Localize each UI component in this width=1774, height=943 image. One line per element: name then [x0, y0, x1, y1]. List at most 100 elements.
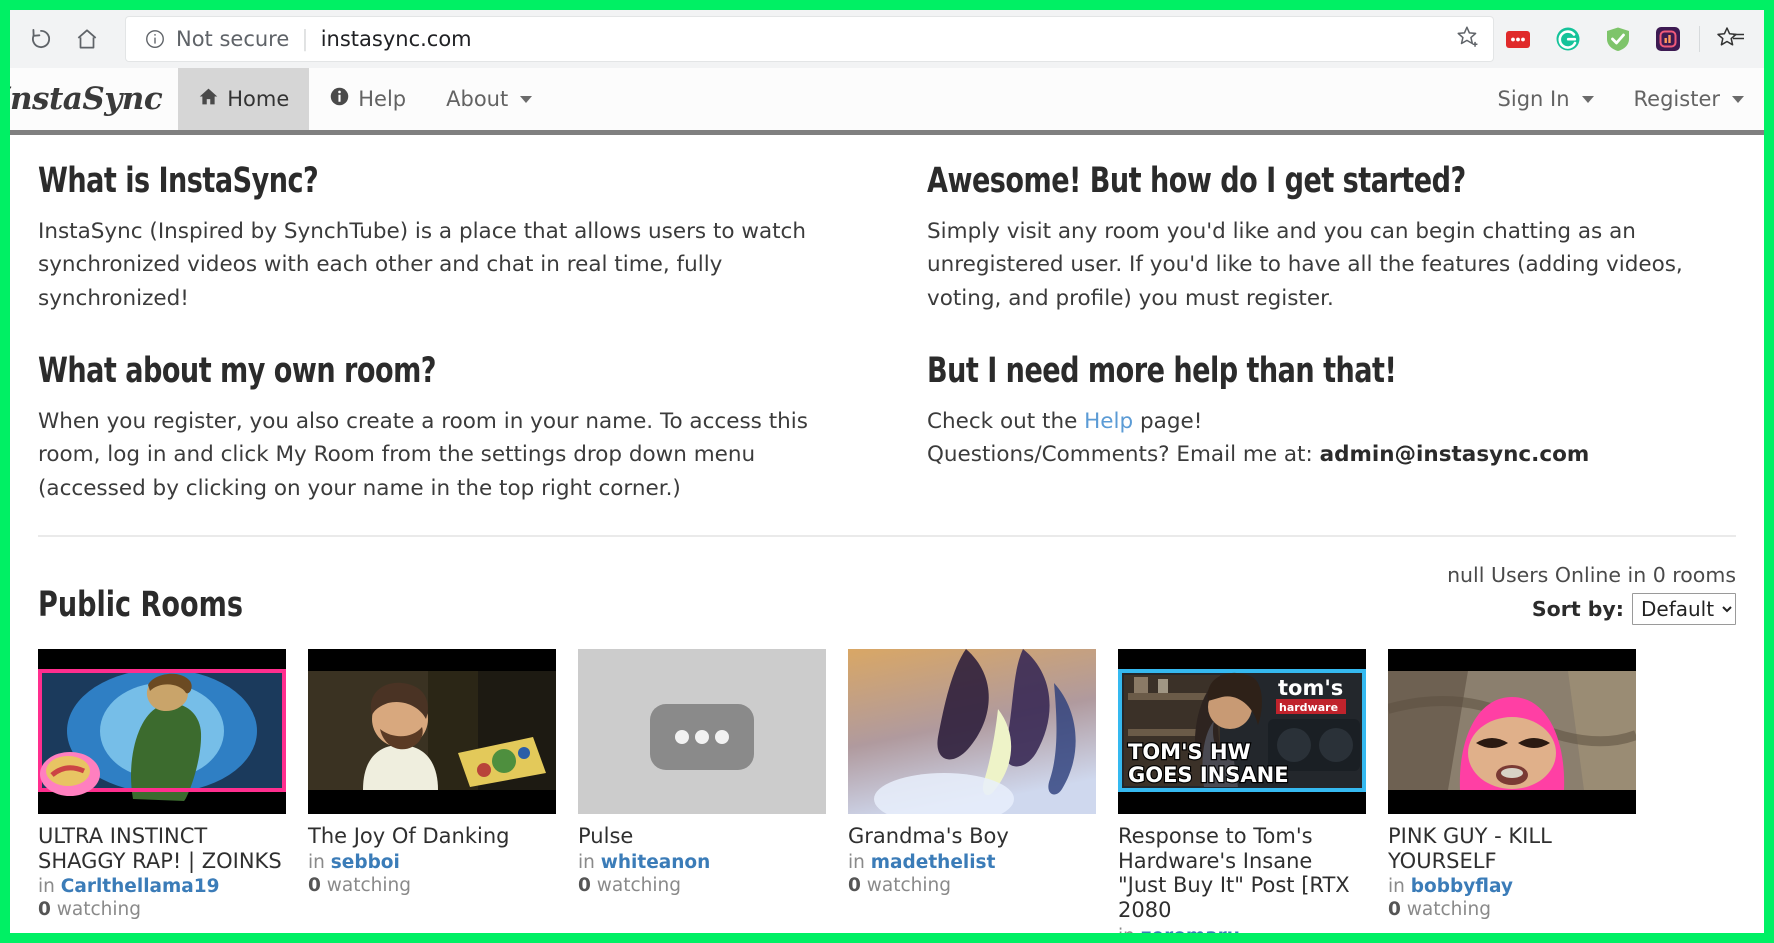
room-owner-name[interactable]: madethelist: [871, 852, 996, 873]
room-owner: in zeromaru: [1118, 926, 1366, 933]
site-logo[interactable]: InstaSync: [10, 68, 178, 130]
room-owner-name[interactable]: whiteanon: [601, 852, 711, 873]
room-watching-label: watching: [326, 874, 411, 896]
room-watching-count: 0: [848, 874, 861, 896]
room-card[interactable]: PINK GUY - KILL YOURSELF in bobbyflay 0 …: [1388, 648, 1636, 933]
room-title[interactable]: The Joy Of Danking: [308, 824, 556, 849]
info-circle-icon: [329, 86, 350, 112]
sort-controls: Sort by: Default: [1447, 592, 1736, 625]
nav-item-sign-in[interactable]: Sign In: [1478, 68, 1614, 130]
room-card[interactable]: The Joy Of Danking in sebboi 0 watching: [308, 648, 556, 933]
room-title[interactable]: Grandma's Boy: [848, 824, 1096, 849]
url-text: instasync.com: [320, 27, 472, 51]
room-watching: 0 watching: [38, 899, 286, 920]
address-bar[interactable]: Not secure | instasync.com: [126, 17, 1493, 61]
nav-item-help[interactable]: Help: [309, 68, 426, 130]
text-own-room: When you register, you also create a roo…: [38, 408, 808, 501]
sort-by-select[interactable]: Default: [1632, 592, 1736, 625]
room-watching: 0 watching: [848, 875, 1096, 896]
more-help-block: But I need more help than that! Check ou…: [927, 351, 1716, 472]
room-title[interactable]: ULTRA INSTINCT SHAGGY RAP! | ZOINKS: [38, 824, 286, 874]
star-list-icon[interactable]: [1706, 16, 1756, 62]
room-owner: in madethelist: [848, 852, 1096, 873]
room-watching-label: watching: [56, 899, 141, 921]
room-owner-prefix: in: [848, 851, 865, 873]
heading-more-help: But I need more help than that!: [927, 350, 1397, 391]
room-owner-prefix: in: [578, 851, 595, 873]
heading-get-started: Awesome! But how do I get started?: [927, 161, 1466, 201]
browser-toolbar: Not secure | instasync.com: [10, 10, 1764, 68]
home-button[interactable]: [64, 16, 110, 62]
text-more-help-line1: Check out the Help page!: [927, 405, 1716, 438]
honey-extension-icon[interactable]: [1493, 16, 1543, 62]
public-rooms-meta: null Users Online in 0 rooms Sort by: De…: [1447, 563, 1736, 625]
nav-item-register[interactable]: Register: [1614, 68, 1764, 130]
room-watching-label: watching: [596, 874, 681, 896]
grammarly-extension-icon[interactable]: [1543, 16, 1593, 62]
shaggy-thumbnail[interactable]: [38, 648, 286, 814]
bob-ross-thumbnail[interactable]: [308, 648, 556, 814]
intro-columns: What is InstaSync? InstaSync (Inspired b…: [38, 161, 1736, 505]
grandmas-boy-thumbnail[interactable]: [848, 648, 1096, 814]
intro-left-column: What is InstaSync? InstaSync (Inspired b…: [38, 161, 887, 505]
public-rooms-header: Public Rooms null Users Online in 0 room…: [38, 563, 1736, 625]
svg-text:GOES INSANE: GOES INSANE: [1128, 763, 1289, 787]
nav-item-about-label: About: [446, 87, 509, 111]
nav-item-home-label: Home: [227, 87, 290, 111]
home-icon: [198, 86, 219, 112]
security-status-label: Not secure: [176, 27, 290, 51]
room-owner-name[interactable]: bobbyflay: [1411, 876, 1513, 897]
nav-item-about[interactable]: About: [426, 68, 552, 130]
pink-guy-thumbnail[interactable]: [1388, 648, 1636, 814]
admin-email-address: admin@instasync.com: [1319, 442, 1590, 468]
bookmark-star-icon[interactable]: [1455, 24, 1481, 54]
heading-own-room: What about my own room?: [38, 350, 436, 391]
room-owner: in bobbyflay: [1388, 876, 1636, 897]
public-rooms-title: Public Rooms: [38, 584, 243, 625]
room-owner: in Carlthellama19: [38, 876, 286, 897]
room-card[interactable]: Pulse in whiteanon 0 watching: [578, 648, 826, 933]
help-page-link[interactable]: Help: [1084, 409, 1133, 434]
room-watching-count: 0: [578, 874, 591, 896]
sort-by-label: Sort by:: [1531, 596, 1624, 621]
register-label: Register: [1633, 87, 1720, 111]
room-card[interactable]: Grandma's Boy in madethelist 0 watching: [848, 648, 1096, 933]
room-title[interactable]: Response to Tom's Hardware's Insane "Jus…: [1118, 824, 1366, 923]
help-line-prefix: Check out the: [927, 408, 1085, 434]
text-what-is-instasync: InstaSync (Inspired by SynchTube) is a p…: [38, 219, 806, 311]
browser-window: Not secure | instasync.com InstaSync Hom…: [10, 10, 1764, 933]
room-owner-prefix: in: [1388, 876, 1405, 898]
room-owner-name[interactable]: Carlthellama19: [61, 876, 220, 897]
chevron-down-icon: [520, 95, 533, 103]
room-watching-label: watching: [1406, 899, 1491, 921]
room-title[interactable]: PINK GUY - KILL YOURSELF: [1388, 824, 1636, 874]
adblock-shield-extension-icon[interactable]: [1593, 16, 1643, 62]
not-secure-info-icon[interactable]: [144, 28, 166, 50]
room-title[interactable]: Pulse: [578, 824, 826, 849]
room-card[interactable]: tom's hardware TOM'S HW GOES INSANE Resp…: [1118, 648, 1366, 933]
room-watching-label: watching: [866, 874, 951, 896]
heading-what-is-instasync: What is InstaSync?: [38, 161, 319, 201]
instagram-analytics-extension-icon[interactable]: [1643, 16, 1693, 62]
own-room-block: What about my own room? When you registe…: [38, 351, 827, 505]
toms-hardware-thumbnail[interactable]: tom's hardware TOM'S HW GOES INSANE: [1118, 648, 1366, 814]
placeholder-thumbnail[interactable]: [578, 648, 826, 814]
room-watching: 0 watching: [1388, 899, 1636, 920]
svg-text:TOM'S HW: TOM'S HW: [1128, 740, 1251, 764]
page-content: What is InstaSync? InstaSync (Inspired b…: [10, 135, 1764, 933]
room-owner-name[interactable]: sebboi: [331, 852, 400, 873]
sign-in-label: Sign In: [1497, 87, 1570, 111]
room-watching-count: 0: [308, 874, 321, 896]
svg-text:hardware: hardware: [1279, 701, 1338, 714]
main-nav: Home Help About: [178, 68, 552, 130]
room-owner-name[interactable]: zeromaru: [1141, 926, 1240, 933]
room-watching-count: 0: [1388, 899, 1401, 921]
omnibox-separator: |: [301, 26, 309, 52]
room-owner: in whiteanon: [578, 852, 826, 873]
reload-button[interactable]: [18, 16, 64, 62]
room-card[interactable]: ULTRA INSTINCT SHAGGY RAP! | ZOINKS in C…: [38, 648, 286, 933]
room-owner-prefix: in: [38, 876, 55, 898]
nav-item-home[interactable]: Home: [178, 68, 310, 130]
room-owner-prefix: in: [308, 851, 325, 873]
help-line-suffix: page!: [1133, 408, 1203, 434]
